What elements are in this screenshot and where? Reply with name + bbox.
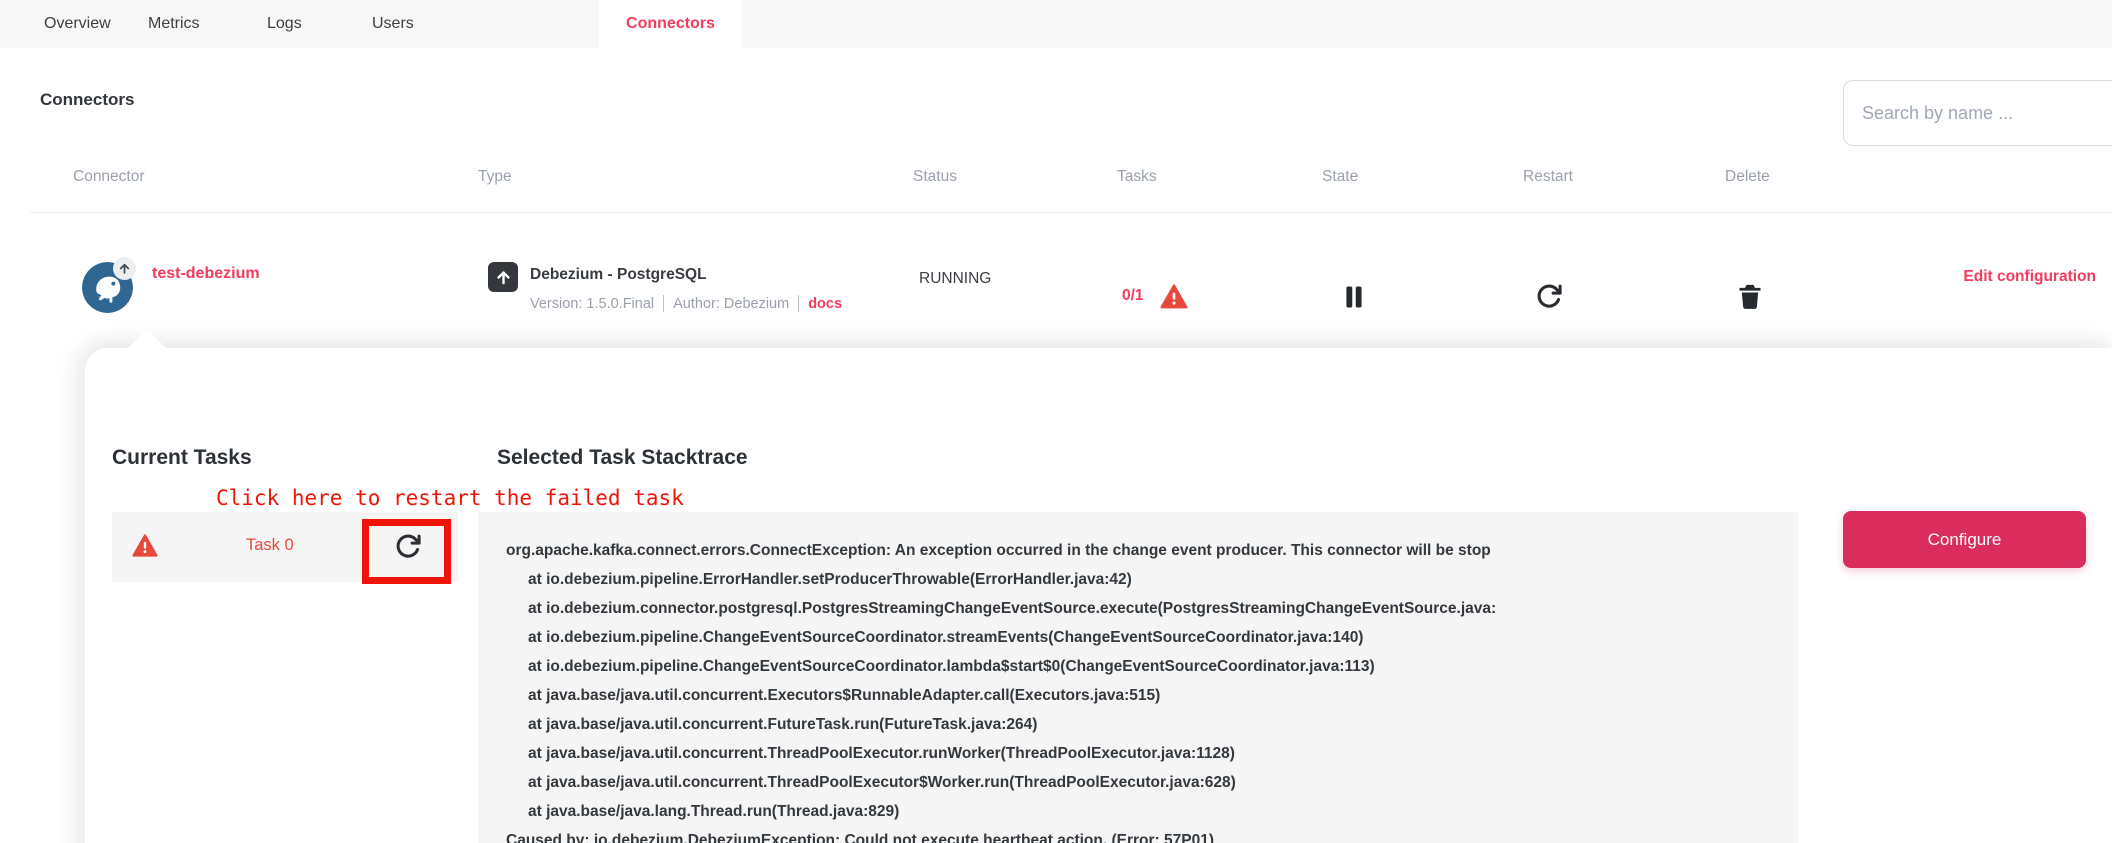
- tasks-ratio: 0/1: [1122, 287, 1144, 305]
- restart-button[interactable]: [1535, 282, 1563, 310]
- tab-logs[interactable]: Logs: [267, 0, 302, 48]
- stacktrace-line: at java.base/java.util.concurrent.Thread…: [506, 739, 1798, 768]
- panel-notch: [127, 329, 167, 349]
- column-header-tasks: Tasks: [1117, 168, 1157, 186]
- delete-button[interactable]: [1736, 282, 1764, 310]
- stacktrace-title: Selected Task Stacktrace: [497, 446, 748, 470]
- stacktrace-line: at java.base/java.util.concurrent.Execut…: [506, 681, 1798, 710]
- stacktrace-line: Caused by: io.debezium.DebeziumException…: [506, 826, 1798, 843]
- stacktrace-box: org.apache.kafka.connect.errors.ConnectE…: [478, 512, 1798, 843]
- task-warning-icon: [132, 533, 158, 559]
- search-input[interactable]: [1843, 80, 2112, 146]
- stacktrace-line: at java.base/java.lang.Thread.run(Thread…: [506, 797, 1798, 826]
- stacktrace-line: at java.base/java.util.concurrent.Thread…: [506, 768, 1798, 797]
- column-header-delete: Delete: [1725, 168, 1770, 186]
- tab-users[interactable]: Users: [372, 0, 414, 48]
- top-nav: Overview Metrics Logs Users Connectors: [0, 0, 2112, 48]
- stacktrace-line: at io.debezium.connector.postgresql.Post…: [506, 594, 1798, 623]
- stacktrace-line: at io.debezium.pipeline.ChangeEventSourc…: [506, 623, 1798, 652]
- stacktrace-line: org.apache.kafka.connect.errors.ConnectE…: [506, 536, 1798, 565]
- source-connector-icon: [488, 262, 518, 292]
- column-header-connector: Connector: [73, 168, 145, 186]
- task-label: Task 0: [246, 536, 294, 555]
- column-header-type: Type: [478, 168, 512, 186]
- tasks-warning-icon: [1160, 283, 1188, 311]
- table-header-divider: [30, 212, 2112, 213]
- tab-overview[interactable]: Overview: [44, 0, 111, 48]
- tab-connectors[interactable]: Connectors: [599, 0, 742, 48]
- stacktrace-line: at java.base/java.util.concurrent.Future…: [506, 710, 1798, 739]
- source-badge-icon: [113, 257, 136, 280]
- connector-version: Version: 1.5.0.Final: [530, 296, 654, 312]
- pause-button[interactable]: [1340, 283, 1368, 311]
- meta-separator: [798, 295, 799, 312]
- column-header-state: State: [1322, 168, 1358, 186]
- tab-metrics[interactable]: Metrics: [148, 0, 200, 48]
- connector-name-link[interactable]: test-debezium: [152, 265, 260, 283]
- docs-link[interactable]: docs: [808, 296, 842, 312]
- stacktrace-line: at io.debezium.pipeline.ChangeEventSourc…: [506, 652, 1798, 681]
- annotation-text: Click here to restart the failed task: [216, 486, 684, 510]
- column-header-status: Status: [913, 168, 957, 186]
- current-tasks-title: Current Tasks: [112, 446, 252, 470]
- status-value: RUNNING: [919, 270, 991, 288]
- edit-configuration-link[interactable]: Edit configuration: [1963, 268, 2096, 286]
- connectors-page: Overview Metrics Logs Users Connectors C…: [0, 0, 2112, 843]
- annotation-highlight-box: [362, 519, 451, 584]
- connector-type-meta: Version: 1.5.0.Final Author: Debezium do…: [530, 295, 842, 312]
- meta-separator: [663, 295, 664, 312]
- configure-button[interactable]: Configure: [1843, 511, 2086, 568]
- connector-author: Author: Debezium: [673, 296, 789, 312]
- stacktrace-line: at io.debezium.pipeline.ErrorHandler.set…: [506, 565, 1798, 594]
- page-title: Connectors: [40, 90, 134, 110]
- connector-type-title: Debezium - PostgreSQL: [530, 266, 707, 284]
- column-header-restart: Restart: [1523, 168, 1573, 186]
